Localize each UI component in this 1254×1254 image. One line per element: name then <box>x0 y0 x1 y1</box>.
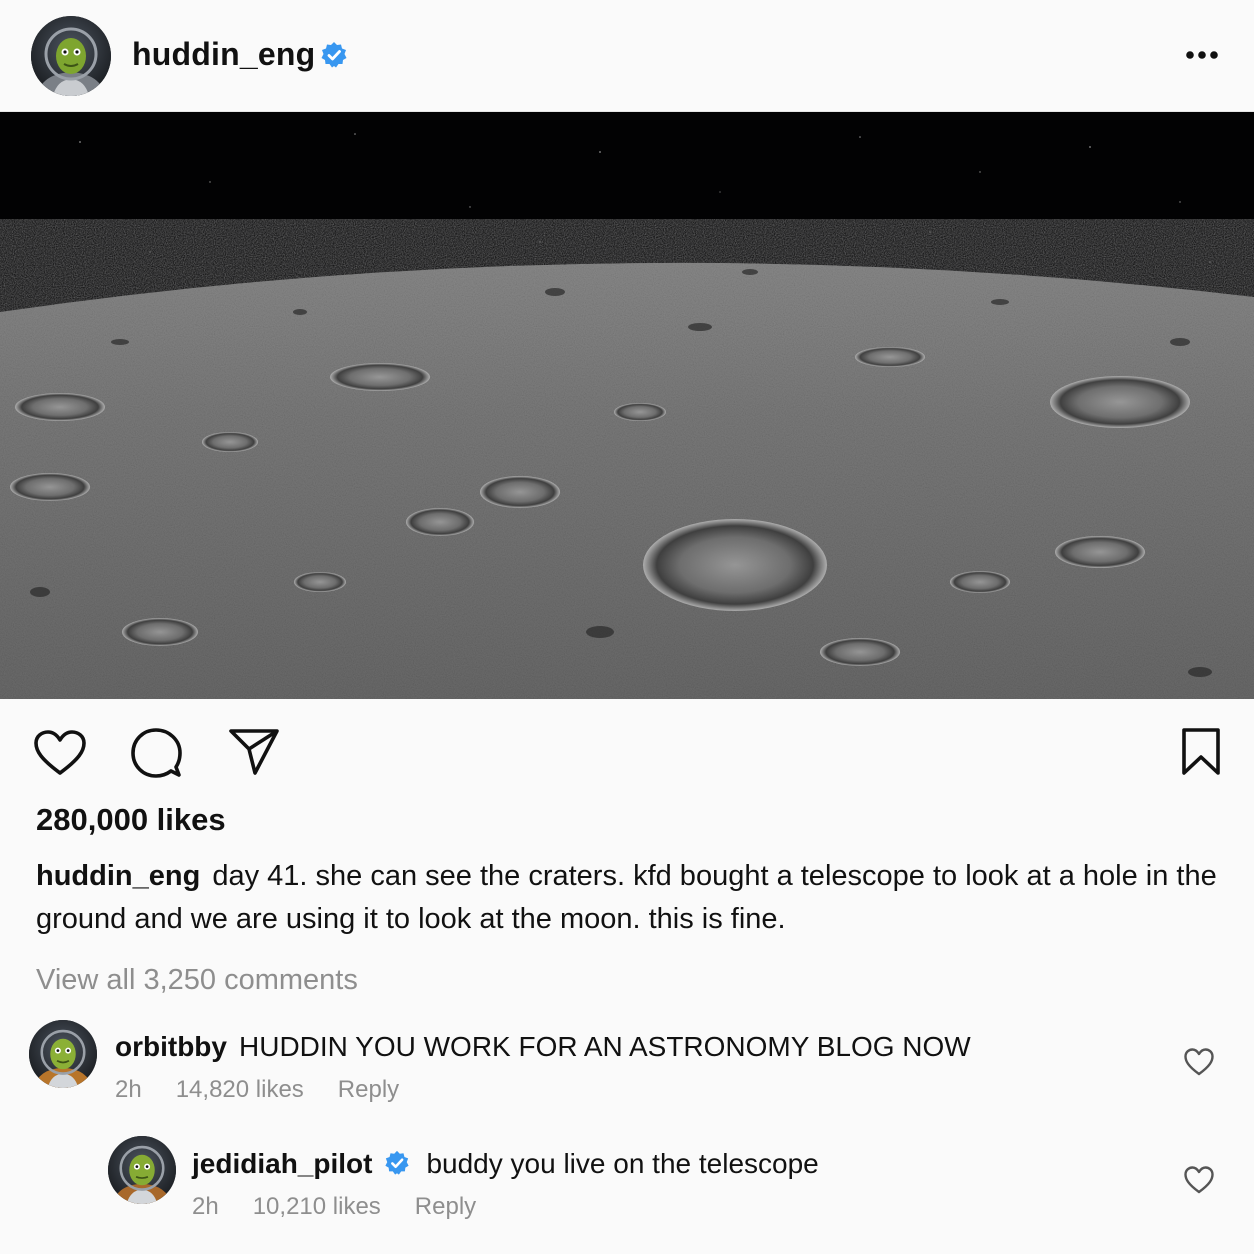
comment-reply-button[interactable]: Reply <box>338 1076 399 1103</box>
reply-text: buddy you live on the telescope <box>426 1148 819 1179</box>
bookmark-icon[interactable] <box>1180 727 1222 777</box>
caption-text: day 41. she can see the craters. kfd bou… <box>36 860 1217 935</box>
reply-meta: 2h 10,210 likes Reply <box>192 1193 510 1221</box>
reply-likes[interactable]: 10,210 likes <box>253 1193 381 1220</box>
comment-time: 2h <box>115 1076 142 1103</box>
comment-text: HUDDIN YOU WORK FOR AN ASTRONOMY BLOG NO… <box>239 1031 971 1062</box>
author-username[interactable]: huddin_eng <box>132 36 315 73</box>
caption-username[interactable]: huddin_eng <box>36 860 200 892</box>
view-all-comments-link[interactable]: View all 3,250 comments <box>36 964 358 997</box>
comment-heart-icon[interactable] <box>1183 1047 1215 1077</box>
verified-badge-icon <box>321 42 347 68</box>
comment-body: orbitbby HUDDIN YOU WORK FOR AN ASTRONOMY… <box>115 1031 971 1063</box>
post-caption: huddin_eng day 41. she can see the crater… <box>36 855 1226 941</box>
reply-avatar[interactable] <box>108 1136 176 1204</box>
post-image-moon-surface[interactable] <box>0 112 1254 699</box>
comment-avatar[interactable] <box>29 1020 97 1088</box>
post-likes-count[interactable]: 280,000 likes <box>36 802 226 838</box>
comment-bubble-icon[interactable] <box>130 727 182 779</box>
author-avatar[interactable] <box>31 16 111 96</box>
reply-time: 2h <box>192 1193 219 1220</box>
comment-username[interactable]: orbitbby <box>115 1031 227 1062</box>
verified-badge-icon <box>385 1150 410 1175</box>
comment-meta: 2h 14,820 likes Reply <box>115 1076 433 1104</box>
paper-plane-icon[interactable] <box>228 727 280 777</box>
heart-icon[interactable] <box>33 729 87 777</box>
reply-reply-button[interactable]: Reply <box>415 1193 476 1220</box>
post-header: huddin_eng <box>0 0 1254 112</box>
reply-body: jedidiah_pilot buddy you live on the tel… <box>192 1148 819 1180</box>
reply-heart-icon[interactable] <box>1183 1165 1215 1195</box>
more-options-icon[interactable] <box>1184 48 1220 62</box>
comment-likes[interactable]: 14,820 likes <box>176 1076 304 1103</box>
reply-username[interactable]: jedidiah_pilot <box>192 1148 372 1179</box>
